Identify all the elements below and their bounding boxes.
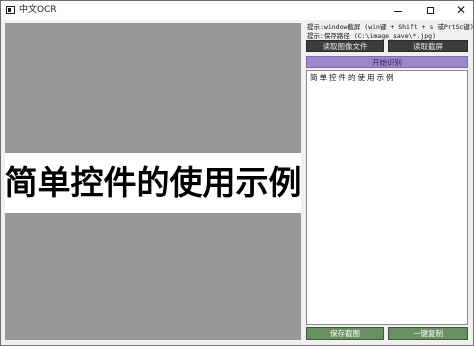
hint-screenshot: 提示:window截屏 (win键 + Shift + s 或PrtSc键) bbox=[307, 23, 474, 31]
image-text: 简单控件的使用示例 bbox=[4, 163, 302, 202]
close-button[interactable]: ✕ bbox=[446, 1, 473, 20]
read-image-file-button[interactable]: 读取图像文件 bbox=[306, 40, 384, 52]
app-icon bbox=[6, 6, 15, 14]
minimize-button[interactable] bbox=[383, 1, 413, 20]
save-screenshot-button[interactable]: 保存截图 bbox=[306, 327, 384, 340]
read-screenshot-button[interactable]: 读取截屏 bbox=[388, 40, 468, 52]
app-window: 中文OCR ✕ 简单控件的使用示例 提示:window截屏 (win键 + Sh… bbox=[0, 0, 474, 346]
close-icon: ✕ bbox=[455, 3, 467, 17]
maximize-button[interactable] bbox=[415, 1, 445, 20]
result-text: 简单控件的使用示例 bbox=[310, 73, 396, 82]
start-recognition-button[interactable]: 开始识别 bbox=[306, 56, 468, 68]
control-panel: 提示:window截屏 (win键 + Shift + s 或PrtSc键) 提… bbox=[304, 21, 473, 345]
result-textbox[interactable]: 简单控件的使用示例 bbox=[306, 70, 468, 325]
copy-all-button[interactable]: 一键复制 bbox=[388, 327, 468, 340]
image-preview-panel: 简单控件的使用示例 bbox=[4, 23, 302, 340]
minimize-icon bbox=[394, 10, 402, 12]
title-bar[interactable]: 中文OCR ✕ bbox=[1, 1, 473, 20]
window-title: 中文OCR bbox=[19, 5, 57, 15]
loaded-image: 简单控件的使用示例 bbox=[4, 153, 302, 213]
maximize-icon bbox=[426, 7, 434, 14]
client-area: 简单控件的使用示例 提示:window截屏 (win键 + Shift + s … bbox=[1, 21, 473, 345]
